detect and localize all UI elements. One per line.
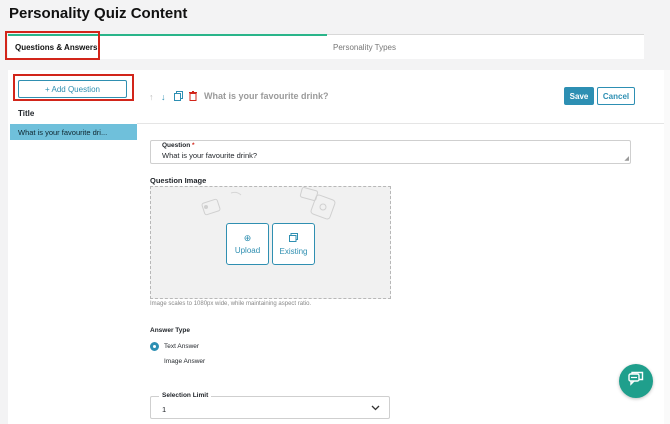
sidebar-item-question[interactable]: What is your favourite dri... [10,124,137,140]
arrow-down-icon[interactable]: ↓ [161,92,166,102]
upload-label: Upload [234,245,261,255]
tab-label: Personality Types [333,42,396,52]
image-hint: Image scales to 1080px wide, while maint… [150,301,312,307]
answer-type-label: Answer Type [150,327,190,334]
tab-personality-types[interactable]: Personality Types [327,34,644,59]
chevron-down-icon [371,403,380,413]
question-heading: What is your favourite drink? [204,91,329,101]
gallery-icon [289,232,298,244]
question-field-label: Question * [162,142,195,149]
trash-icon[interactable] [189,91,197,103]
page-title: Personality Quiz Content [9,5,188,22]
copy-icon[interactable] [174,91,183,103]
question-field-value: What is your favourite drink? [162,151,258,160]
radio-label: Image Answer [164,358,206,365]
image-drop-zone[interactable]: ⊕ Upload Existing [150,186,391,299]
tab-label: Questions & Answers [15,43,98,52]
add-question-button[interactable]: + Add Question [18,80,127,98]
arrow-up-icon[interactable]: ↑ [149,92,154,102]
save-button[interactable]: Save [564,87,594,105]
decorative-shapes-icon [201,187,336,220]
selection-limit-select[interactable]: Selection Limit 1 [150,392,390,419]
question-image-label: Question Image [150,176,207,185]
cancel-button[interactable]: Cancel [597,87,635,105]
sidebar-column-title: Title [18,109,35,118]
chat-launcher-button[interactable] [619,364,653,398]
question-sidebar: + Add Question Title What is your favour… [8,70,137,424]
upload-button[interactable]: ⊕ Upload [226,223,269,265]
selection-limit-value: 1 [162,405,167,414]
upload-plus-icon: ⊕ [243,232,252,243]
chat-bubble-icon [628,371,644,391]
radio-selected-icon [150,342,159,351]
tab-bar: Questions & Answers Personality Types [8,34,644,59]
radio-text-answer[interactable]: Text Answer [150,342,199,351]
resize-handle-icon[interactable]: ◢ [624,155,629,162]
tab-questions-answers[interactable]: Questions & Answers [8,34,327,59]
question-editor: ↑ ↓ What is your favourite drink? Save C… [137,70,664,424]
radio-unselected-icon [150,357,159,366]
scrollbar[interactable] [664,70,670,424]
selection-limit-label: Selection Limit [159,392,212,399]
existing-label: Existing [279,246,308,256]
question-field[interactable]: Question * What is your favourite drink?… [150,140,631,164]
editor-toolbar: ↑ ↓ What is your favourite drink? Save C… [137,70,664,124]
radio-image-answer[interactable]: Image Answer [150,357,205,366]
radio-label: Text Answer [164,343,200,350]
existing-button[interactable]: Existing [272,223,315,265]
